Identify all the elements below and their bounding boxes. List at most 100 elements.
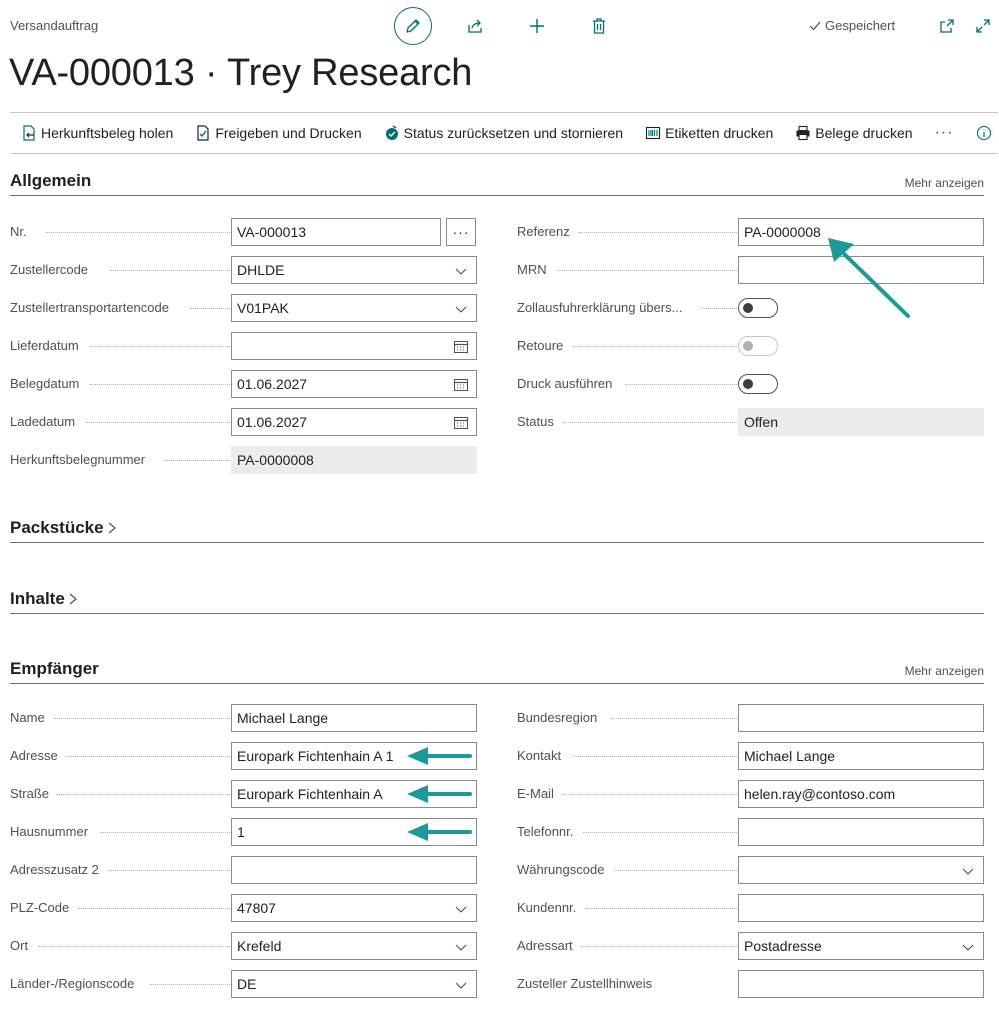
select-value: V01PAK	[237, 300, 289, 316]
laender-regionscode-select[interactable]: DE	[231, 970, 477, 998]
zusteller-zustellhinweis-input[interactable]	[738, 970, 984, 998]
show-more-link[interactable]: Mehr anzeigen	[905, 176, 984, 190]
retoure-toggle	[738, 336, 778, 356]
dotted-leader	[150, 984, 232, 985]
belegdatum-input[interactable]: 01.06.2027	[231, 370, 477, 398]
dotted-leader	[108, 870, 232, 871]
adressart-select[interactable]: Postadresse	[738, 932, 984, 960]
field-label: Zustellertransportartencode	[10, 300, 169, 315]
dotted-leader	[573, 756, 739, 757]
field-label: Adressart	[517, 938, 573, 953]
reset-status-action[interactable]: Status zurücksetzen und stornieren	[384, 125, 623, 141]
printer-icon	[795, 125, 811, 141]
barcode-icon	[645, 125, 661, 141]
info-button[interactable]	[976, 125, 992, 146]
assist-edit-button[interactable]: ···	[446, 218, 476, 246]
waehrungscode-select[interactable]	[738, 856, 984, 884]
field-label: E-Mail	[517, 786, 554, 801]
telefonnr-input[interactable]	[738, 818, 984, 846]
print-labels-action[interactable]: Etiketten drucken	[645, 125, 773, 141]
field-druck-ausfuehren: Druck ausführen	[517, 370, 984, 398]
field-kundennr: Kundennr.	[517, 894, 984, 922]
annotation-arrow	[828, 238, 910, 318]
calendar-icon[interactable]	[453, 377, 469, 392]
chevron-down-icon	[455, 906, 467, 913]
lieferdatum-input[interactable]	[231, 332, 477, 360]
input-value: 01.06.2027	[237, 414, 308, 430]
chevron-down-icon	[455, 306, 467, 313]
dotted-leader	[557, 270, 739, 271]
annotation-arrow	[407, 823, 472, 841]
section-title[interactable]: Allgemein	[10, 171, 91, 191]
print-documents-action[interactable]: Belege drucken	[795, 125, 913, 141]
section-title-text: Inhalte	[10, 589, 65, 608]
action-bar: Herkunftsbeleg holen Freigeben und Druck…	[10, 112, 998, 154]
calendar-icon[interactable]	[453, 339, 469, 354]
field-label: Kontakt	[517, 748, 562, 763]
dotted-leader	[190, 308, 232, 309]
field-label: Zusteller Zustellhinweis	[517, 976, 653, 991]
dotted-leader	[585, 908, 739, 909]
field-label: Nr.	[10, 224, 27, 239]
field-label: Währungscode	[517, 862, 605, 877]
dotted-leader	[110, 270, 232, 271]
druck-ausfuehren-toggle[interactable]	[738, 374, 778, 394]
nr-input[interactable]: VA-000013	[231, 218, 441, 246]
action-label: Status zurücksetzen und stornieren	[403, 125, 624, 141]
more-actions-button[interactable]: ···	[935, 124, 954, 142]
edit-button[interactable]	[394, 7, 432, 45]
field-kontakt: Kontakt Michael Lange	[517, 742, 984, 770]
section-title[interactable]: Empfänger	[10, 659, 99, 679]
dotted-leader	[164, 460, 232, 461]
zustellercode-select[interactable]: DHLDE	[231, 256, 477, 284]
show-more-link[interactable]: Mehr anzeigen	[905, 664, 984, 678]
open-new-window-button[interactable]	[937, 16, 957, 36]
adresszusatz-2-input[interactable]	[231, 856, 477, 884]
bundesregion-input[interactable]	[738, 704, 984, 732]
action-label: Herkunftsbeleg holen	[41, 125, 174, 141]
field-herkunftsbelegnummer: Herkunftsbelegnummer PA-0000008	[10, 446, 477, 474]
name-input[interactable]: Michael Lange	[231, 704, 477, 732]
window-controls	[937, 16, 999, 36]
dotted-leader	[90, 346, 232, 347]
delete-button[interactable]	[580, 7, 618, 45]
field-label: Telefonnr.	[517, 824, 574, 839]
checkmark-icon	[809, 21, 821, 30]
field-adresszusatz-2: Adresszusatz 2	[10, 856, 477, 884]
field-label: Länder-/Regionscode	[10, 976, 135, 991]
action-label: Etiketten drucken	[665, 125, 774, 141]
entity-caption: Versandauftrag	[10, 18, 99, 33]
field-name: Name Michael Lange	[10, 704, 477, 732]
select-value: 47807	[237, 900, 276, 916]
transportart-select[interactable]: V01PAK	[231, 294, 477, 322]
field-label: Lieferdatum	[10, 338, 79, 353]
field-label: Ort	[10, 938, 29, 953]
field-label: Herkunftsbelegnummer	[10, 452, 146, 467]
select-value: Krefeld	[237, 938, 282, 954]
new-button[interactable]	[518, 7, 556, 45]
ladedatum-input[interactable]: 01.06.2027	[231, 408, 477, 436]
calendar-icon[interactable]	[453, 415, 469, 430]
ort-select[interactable]: Krefeld	[231, 932, 477, 960]
field-email: E-Mail helen.ray@contoso.com	[517, 780, 984, 808]
field-retoure: Retoure	[517, 332, 984, 360]
field-lieferdatum: Lieferdatum	[10, 332, 477, 360]
expand-button[interactable]	[973, 16, 993, 36]
email-input[interactable]: helen.ray@contoso.com	[738, 780, 984, 808]
share-button[interactable]	[456, 7, 494, 45]
zollausfuhrerklaerung-toggle[interactable]	[738, 298, 778, 318]
dotted-leader	[38, 946, 232, 947]
section-title[interactable]: Packstücke	[10, 518, 118, 538]
field-label: MRN	[517, 262, 547, 277]
section-title[interactable]: Inhalte	[10, 589, 79, 609]
kundennr-input[interactable]	[738, 894, 984, 922]
field-label: Belegdatum	[10, 376, 80, 391]
dotted-leader	[611, 718, 739, 719]
kontakt-input[interactable]: Michael Lange	[738, 742, 984, 770]
release-print-action[interactable]: Freigeben und Drucken	[195, 125, 362, 141]
get-source-document-action[interactable]: Herkunftsbeleg holen	[21, 125, 173, 141]
plz-code-select[interactable]: 47807	[231, 894, 477, 922]
dotted-leader	[579, 232, 739, 233]
chevron-right-icon	[108, 522, 116, 534]
field-ort: Ort Krefeld	[10, 932, 477, 960]
